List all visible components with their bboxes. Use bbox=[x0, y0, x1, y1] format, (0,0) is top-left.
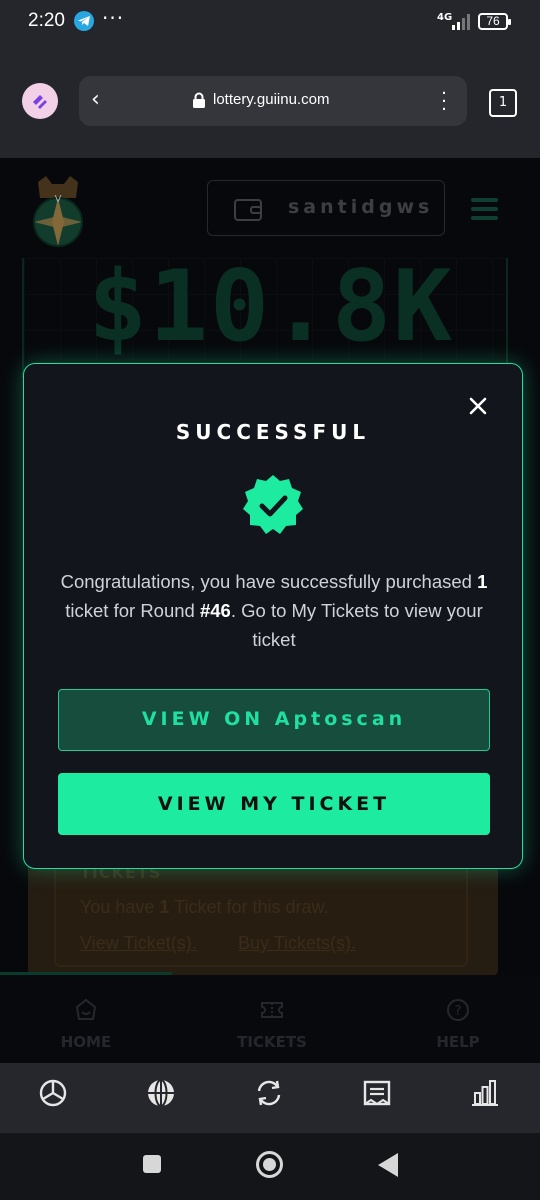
more-options-icon[interactable]: · · · bbox=[441, 85, 447, 119]
screen: 2:20 ··· 4G 76 ‹ lottery.guiinu.com · · … bbox=[0, 0, 540, 1200]
success-modal: SUCCESSFUL Congratulations, you have suc… bbox=[23, 363, 523, 869]
address-bar[interactable]: ‹ lottery.guiinu.com · · · bbox=[79, 76, 467, 126]
view-on-aptoscan-button[interactable]: VIEW ON Aptoscan bbox=[58, 689, 490, 751]
back-button[interactable] bbox=[378, 1153, 398, 1177]
recents-button[interactable] bbox=[143, 1155, 161, 1173]
browser-bar: ‹ lottery.guiinu.com · · · 1 bbox=[0, 44, 540, 158]
news-icon[interactable] bbox=[361, 1077, 393, 1109]
verified-check-icon bbox=[243, 475, 303, 534]
modal-title: SUCCESSFUL bbox=[175, 420, 371, 444]
sync-icon[interactable] bbox=[253, 1077, 285, 1109]
back-icon[interactable]: ‹ bbox=[91, 89, 100, 111]
lock-icon bbox=[193, 92, 205, 108]
more-notifications-icon: ··· bbox=[102, 6, 125, 30]
network-type: 4G bbox=[437, 12, 453, 23]
telegram-icon bbox=[74, 11, 94, 31]
url-text: lottery.guiinu.com bbox=[213, 91, 330, 108]
bar-chart-icon[interactable] bbox=[469, 1077, 501, 1109]
signal-icon bbox=[452, 14, 470, 30]
view-my-ticket-button[interactable]: VIEW MY TICKET bbox=[58, 773, 490, 835]
close-icon[interactable] bbox=[468, 396, 488, 416]
status-bar: 2:20 ··· 4G 76 bbox=[0, 0, 540, 44]
browser-extension-button[interactable] bbox=[22, 83, 58, 119]
globe-icon[interactable] bbox=[145, 1077, 177, 1109]
home-button[interactable] bbox=[256, 1151, 283, 1178]
modal-message: Congratulations, you have successfully p… bbox=[60, 571, 488, 650]
battery-icon: 76 bbox=[478, 13, 511, 30]
extension-logo-icon bbox=[33, 95, 47, 109]
android-nav-bar bbox=[0, 1133, 540, 1200]
browser-toolbar bbox=[0, 1063, 540, 1133]
pie-chart-icon[interactable] bbox=[37, 1077, 69, 1109]
status-time: 2:20 bbox=[28, 10, 65, 31]
tab-switcher-button[interactable]: 1 bbox=[489, 89, 517, 117]
